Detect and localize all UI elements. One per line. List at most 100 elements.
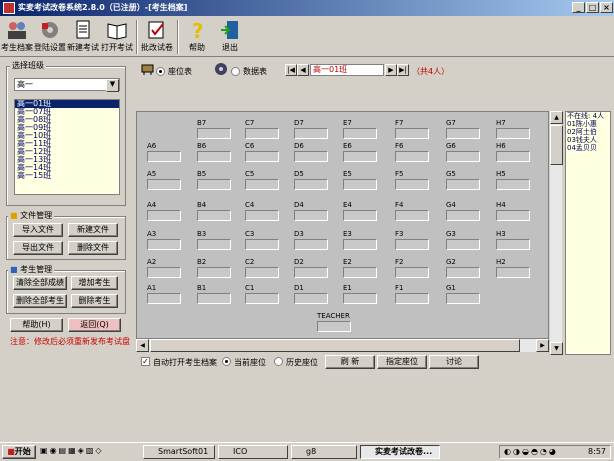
export-file-button[interactable]: 导出文件 [13,241,63,255]
assign-seat-button[interactable]: 指定座位 [377,355,427,369]
current-seat-radio[interactable] [222,357,231,366]
seat-box[interactable] [496,210,530,221]
last-class-button[interactable]: ▶| [397,64,409,76]
seat-box[interactable] [496,128,530,139]
list-item[interactable]: 03钱夫人 [566,136,610,144]
clear-all-scores-button[interactable]: 清除全部成绩 [13,276,67,290]
seat-box[interactable] [294,128,328,139]
seat-box[interactable] [395,267,429,278]
help-button[interactable]: 帮助(H) [10,318,63,332]
scroll-thumb[interactable] [550,125,563,165]
seat-box[interactable] [147,210,181,221]
teacher-seat[interactable] [317,321,351,332]
exit-toolbar-button[interactable]: 退出 [214,19,246,57]
seat-box[interactable] [197,128,231,139]
seat-box[interactable] [245,210,279,221]
seat-box[interactable] [245,293,279,304]
first-class-button[interactable]: |◀ [285,64,297,76]
seat-view-radio[interactable] [156,67,165,76]
seat-box[interactable] [294,210,328,221]
quick-launch-icon[interactable]: ▧ [86,446,96,455]
scroll-up-button[interactable]: ▲ [550,111,563,124]
seat-box[interactable] [496,239,530,250]
seat-box[interactable] [446,267,480,278]
close-button[interactable]: × [600,2,613,13]
previous-class-button[interactable]: ◀ [297,64,309,76]
seat-box[interactable] [395,239,429,250]
list-item[interactable]: 04孟贝贝 [566,144,610,152]
new-exam-button[interactable]: 新建考试 [67,19,99,57]
seat-box[interactable] [343,210,377,221]
quick-launch-icon[interactable]: ▣ [40,446,50,455]
grade-papers-button[interactable]: 批改试卷 [140,19,174,57]
quick-launch-icon[interactable]: ◇ [95,446,103,455]
seat-box[interactable] [446,179,480,190]
seat-box[interactable] [446,128,480,139]
task-item[interactable]: g8 [291,445,357,459]
seat-box[interactable] [496,179,530,190]
vertical-scrollbar[interactable]: ▲ ▼ [549,111,563,355]
seat-box[interactable] [446,293,480,304]
seat-box[interactable] [197,239,231,250]
import-file-button[interactable]: 导入文件 [13,223,63,237]
hscroll-thumb[interactable] [150,339,520,352]
seat-box[interactable] [496,267,530,278]
delete-file-button[interactable]: 删除文件 [68,241,118,255]
seat-box[interactable] [197,151,231,162]
seat-box[interactable] [147,293,181,304]
quick-launch-icon[interactable]: ◉ [50,446,59,455]
quick-launch-icon[interactable]: ◈ [78,446,86,455]
list-item[interactable]: 高一15班 [15,172,119,180]
help-toolbar-button[interactable]: ? 帮助 [181,19,213,57]
chevron-down-icon[interactable]: ▼ [106,79,119,92]
seat-box[interactable] [343,151,377,162]
scroll-down-button[interactable]: ▼ [550,342,563,355]
seat-box[interactable] [197,210,231,221]
seat-box[interactable] [294,267,328,278]
horizontal-scrollbar[interactable]: ◀ ▶ [136,339,549,352]
start-button[interactable]: ■开始 [2,445,36,459]
seat-box[interactable] [197,293,231,304]
quick-launch-icon[interactable]: ▦ [68,446,78,455]
seat-box[interactable] [294,239,328,250]
seat-box[interactable] [197,267,231,278]
seat-box[interactable] [343,128,377,139]
grade-combo[interactable]: 高一 ▼ [14,78,120,92]
back-button[interactable]: 返回(Q) [68,318,121,332]
list-item[interactable]: 02阿土伯 [566,128,610,136]
class-field[interactable]: 高一01班 [310,64,384,76]
data-view-radio[interactable] [231,67,240,76]
seat-box[interactable] [245,239,279,250]
seat-box[interactable] [245,128,279,139]
refresh-button[interactable]: 刷 新 [325,355,375,369]
seat-box[interactable] [446,151,480,162]
seat-box[interactable] [343,179,377,190]
seat-box[interactable] [395,210,429,221]
task-item-active[interactable]: 实麦考试改卷... [360,445,440,459]
delete-student-button[interactable]: 删除考生 [71,294,118,308]
seat-box[interactable] [395,293,429,304]
quick-launch-icon[interactable]: ▤ [59,446,69,455]
seat-box[interactable] [147,151,181,162]
seat-box[interactable] [294,151,328,162]
seat-box[interactable] [395,128,429,139]
seat-box[interactable] [446,239,480,250]
task-item[interactable]: ICO [218,445,288,459]
seat-box[interactable] [147,239,181,250]
seat-box[interactable] [496,151,530,162]
add-student-button[interactable]: 增加考生 [71,276,118,290]
open-exam-button[interactable]: 打开考试 [100,19,134,57]
history-seat-radio[interactable] [274,357,283,366]
auto-open-checkbox[interactable]: ✓ [141,357,150,366]
seat-box[interactable] [395,179,429,190]
seat-box[interactable] [343,239,377,250]
minimize-button[interactable]: _ [572,2,585,13]
seat-box[interactable] [294,179,328,190]
seat-box[interactable] [294,293,328,304]
list-item[interactable]: 01陈小惠 [566,120,610,128]
seat-box[interactable] [446,210,480,221]
seat-box[interactable] [343,293,377,304]
discuss-button[interactable]: 讨论 [429,355,479,369]
seat-box[interactable] [147,267,181,278]
seat-box[interactable] [245,267,279,278]
